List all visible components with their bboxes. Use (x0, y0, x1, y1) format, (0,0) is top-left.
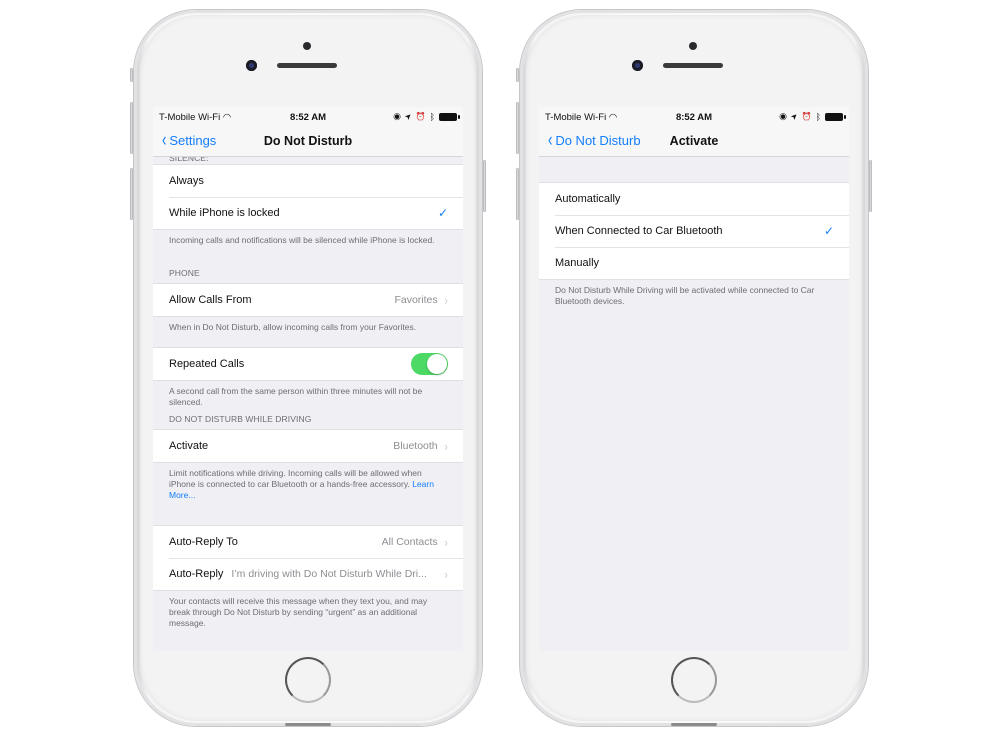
auto-reply-group: Auto-Reply To All Contacts › Auto-Reply … (153, 525, 463, 591)
front-camera (632, 60, 643, 71)
status-bar: T-Mobile Wi-Fi ◠ 8:52 AM ◉ ➤ ⏰ ᛒ (153, 107, 463, 127)
allow-calls-footer: When in Do Not Disturb, allow incoming c… (169, 322, 417, 332)
lightning-port (671, 723, 717, 726)
power-button (483, 160, 486, 212)
mute-switch (516, 68, 519, 82)
section-header-driving: DO NOT DISTURB WHILE DRIVING (169, 414, 312, 424)
earpiece-speaker (277, 63, 337, 68)
chevron-right-icon: › (444, 292, 448, 308)
section-header-phone: PHONE (169, 268, 200, 278)
section-header-silence: SILENCE: (169, 156, 209, 163)
navigation-bar: ‹ Settings Do Not Disturb (153, 127, 463, 157)
row-label: Auto-Reply To (169, 536, 238, 548)
iphone-right: T-Mobile Wi-Fi ◠ 8:52 AM ◉ ➤ ⏰ ᛒ ‹ Do No… (516, 10, 872, 726)
option-label: Manually (555, 257, 600, 269)
location-icon: ➤ (402, 110, 414, 123)
alarm-icon: ⏰ (415, 112, 426, 121)
location-icon: ➤ (788, 110, 800, 123)
bluetooth-icon: ᛒ (429, 111, 435, 122)
row-label: Auto-Reply (169, 568, 224, 580)
row-label: Activate (169, 440, 209, 452)
bluetooth-icon: ᛒ (815, 111, 821, 122)
driving-group: Activate Bluetooth › (153, 429, 463, 463)
auto-reply-to-row[interactable]: Auto-Reply To All Contacts › (153, 526, 463, 558)
toggle-knob (427, 354, 447, 374)
proximity-sensor (303, 42, 311, 50)
status-icons: ◉ ➤ ⏰ ᛒ (393, 110, 460, 123)
checkmark-icon: ✓ (437, 206, 448, 220)
option-label: Always (169, 175, 204, 187)
row-value: All Contacts (381, 536, 438, 548)
silence-group: Always While iPhone is locked ✓ (153, 164, 463, 230)
option-manually[interactable]: Manually (539, 247, 849, 279)
option-while-locked[interactable]: While iPhone is locked ✓ (153, 197, 463, 229)
option-label: Automatically (555, 193, 621, 205)
activate-options-group: Automatically When Connected to Car Blue… (539, 182, 849, 280)
battery-icon (825, 112, 846, 121)
row-value: I’m driving with Do Not Disturb While Dr… (231, 568, 427, 580)
option-label: While iPhone is locked (169, 207, 280, 219)
volume-up-button (516, 102, 519, 154)
home-button[interactable] (285, 657, 331, 703)
page-title: Do Not Disturb (263, 134, 353, 148)
alarm-icon: ⏰ (801, 112, 812, 121)
screen-do-not-disturb: T-Mobile Wi-Fi ◠ 8:52 AM ◉ ➤ ⏰ ᛒ ‹ Setti… (153, 107, 463, 651)
option-label: When Connected to Car Bluetooth (555, 225, 723, 237)
repeated-calls-toggle[interactable] (411, 353, 448, 375)
allow-calls-from-row[interactable]: Allow Calls From Favorites › (153, 284, 463, 316)
driving-footer: Limit notifications while driving. Incom… (153, 463, 463, 525)
chevron-right-icon: › (444, 566, 448, 582)
repeated-calls-footer: A second call from the same person withi… (169, 386, 423, 407)
iphone-left: T-Mobile Wi-Fi ◠ 8:52 AM ◉ ➤ ⏰ ᛒ ‹ Setti… (130, 10, 486, 726)
proximity-sensor (689, 42, 697, 50)
repeated-calls-row: Repeated Calls (153, 348, 463, 380)
screen-activate: T-Mobile Wi-Fi ◠ 8:52 AM ◉ ➤ ⏰ ᛒ ‹ Do No… (539, 107, 849, 651)
volume-down-button (516, 168, 519, 220)
activate-row[interactable]: Activate Bluetooth › (153, 430, 463, 462)
row-value: Favorites (394, 294, 438, 306)
volume-down-button (130, 168, 133, 220)
row-value: Bluetooth (393, 440, 438, 452)
chevron-right-icon: › (444, 438, 448, 454)
home-button[interactable] (671, 657, 717, 703)
volume-up-button (130, 102, 133, 154)
option-always[interactable]: Always (153, 165, 463, 197)
checkmark-icon: ✓ (823, 224, 834, 238)
option-car-bluetooth[interactable]: When Connected to Car Bluetooth ✓ (539, 215, 849, 247)
repeated-calls-group: Repeated Calls (153, 347, 463, 381)
activate-footer: Do Not Disturb While Driving will be act… (555, 285, 815, 306)
earpiece-speaker (663, 63, 723, 68)
status-bar: T-Mobile Wi-Fi ◠ 8:52 AM ◉ ➤ ⏰ ᛒ (539, 107, 849, 127)
orientation-lock-icon: ◉ (393, 111, 401, 121)
mute-switch (130, 68, 133, 82)
auto-reply-row[interactable]: Auto-Reply I’m driving with Do Not Distu… (153, 558, 463, 590)
page-title: Activate (669, 134, 719, 148)
phone-group: Allow Calls From Favorites › (153, 283, 463, 317)
lightning-port (285, 723, 331, 726)
row-label: Allow Calls From (169, 294, 252, 306)
row-label: Repeated Calls (169, 358, 245, 370)
option-automatically[interactable]: Automatically (539, 183, 849, 215)
battery-icon (439, 112, 460, 121)
power-button (869, 160, 872, 212)
navigation-bar: ‹ Do Not Disturb Activate (539, 127, 849, 157)
auto-reply-footer: Your contacts will receive this message … (169, 596, 428, 628)
chevron-right-icon: › (444, 534, 448, 550)
silence-footer: Incoming calls and notifications will be… (169, 235, 435, 245)
driving-footer-text: Limit notifications while driving. Incom… (169, 468, 422, 489)
orientation-lock-icon: ◉ (779, 111, 787, 121)
status-icons: ◉ ➤ ⏰ ᛒ (779, 110, 846, 123)
front-camera (246, 60, 257, 71)
